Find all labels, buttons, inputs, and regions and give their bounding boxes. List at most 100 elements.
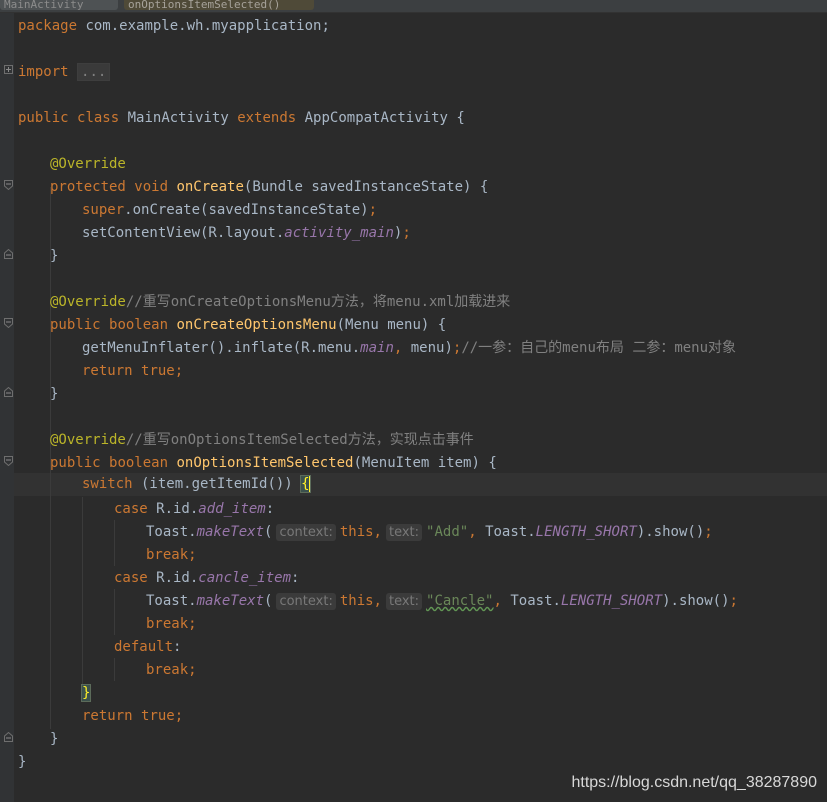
annotation: @Override (50, 294, 126, 310)
keyword: import (18, 64, 69, 80)
comment: //一参：自己的menu布局 二参：menu对象 (461, 340, 737, 356)
code-text: : (265, 501, 275, 517)
code-line-annotation[interactable]: @Override (50, 153, 126, 176)
code-line-switch[interactable]: switch (item.getItemId()) { (82, 473, 311, 496)
fold-end-icon[interactable] (4, 249, 13, 259)
code-text: (MenuItem item) { (353, 455, 497, 471)
tab-mainactivity[interactable]: MainActivity (0, 0, 118, 10)
keyword: this, (339, 593, 382, 609)
fold-end-icon[interactable] (4, 387, 13, 397)
fold-collapse-icon[interactable] (4, 180, 13, 190)
code-line-package[interactable]: package com.example.wh.myapplication; (18, 15, 330, 38)
code-line-break[interactable]: break; (146, 659, 197, 682)
code-text: getMenuInflater().inflate(R.menu. (82, 340, 361, 356)
code-line-toast-cancle[interactable]: Toast.makeText(context: this, text: "Cancle… (146, 590, 738, 613)
fold-collapse-icon[interactable] (4, 318, 13, 328)
code-line-setcontentview[interactable]: setContentView(R.layout.activity_main); (82, 222, 411, 245)
code-line-toast-add[interactable]: Toast.makeText(context: this, text: "Add", … (146, 521, 713, 544)
code-text: AppCompatActivity { (296, 110, 465, 126)
fold-collapse-icon[interactable] (4, 456, 13, 466)
code-line-switch-close[interactable]: } (80, 682, 92, 705)
tab-breadcrumb-method[interactable]: onOptionsItemSelected() (124, 0, 314, 10)
editor-tab-bar: MainActivity onOptionsItemSelected() (0, 0, 827, 13)
keyword: return (82, 363, 133, 379)
keyword: extends (237, 110, 297, 126)
code-text: ).show() (636, 524, 705, 540)
field-reference: activity_main (284, 225, 394, 241)
keyword: class (77, 110, 120, 126)
indent-guide (82, 497, 83, 697)
code-line-oncreate[interactable]: protected void onCreate(Bundle savedInst… (50, 176, 488, 199)
code-line-oncreateoptionsmenu[interactable]: public boolean onCreateOptionsMenu(Menu … (50, 314, 446, 337)
semicolon: ; (729, 593, 738, 609)
code-line-inflate[interactable]: getMenuInflater().inflate(R.menu.main, m… (82, 337, 736, 360)
field-reference: add_item (198, 501, 266, 517)
method-name: onOptionsItemSelected (176, 455, 354, 471)
code-line-break[interactable]: break; (146, 613, 197, 636)
keyword: public (50, 317, 101, 333)
code-text: R.id. (147, 570, 199, 586)
code-line-annotation-comment[interactable]: @Override//重写onOptionsItemSelected方法，实现点… (50, 429, 474, 452)
code-editor[interactable]: package com.example.wh.myapplication; im… (0, 13, 827, 802)
code-line-close-brace[interactable]: } (50, 245, 58, 268)
code-text: (Menu menu) { (336, 317, 447, 333)
code-line-return-true[interactable]: return true; (82, 360, 183, 383)
semicolon: ; (402, 225, 411, 241)
indent-guide (114, 658, 115, 681)
code-line-case-cancle[interactable]: case R.id.cancle_item: (114, 567, 299, 590)
keyword: boolean (109, 455, 169, 471)
brace: } (18, 754, 27, 770)
code-line-class-close[interactable]: } (18, 751, 26, 774)
comma: , (468, 524, 477, 540)
code-text: Toast. (476, 524, 536, 540)
keyword: void (134, 179, 169, 195)
code-text: Toast. (146, 524, 197, 540)
code-text: Toast. (501, 593, 561, 609)
code-text: menu) (402, 340, 453, 356)
code-line-annotation-comment[interactable]: @Override//重写onCreateOptionsMenu方法，将menu… (50, 291, 510, 314)
semicolon: ; (704, 524, 713, 540)
code-line-return-true[interactable]: return true; (82, 705, 183, 728)
brace: } (50, 248, 59, 264)
code-text: : (173, 639, 182, 655)
keyword: default (114, 639, 174, 655)
folded-imports-placeholder[interactable]: ... (77, 63, 111, 81)
code-text: : (291, 570, 300, 586)
code-text: ( (264, 524, 273, 540)
text-caret (308, 476, 311, 492)
method-name: onCreateOptionsMenu (176, 317, 337, 333)
matched-brace: } (80, 684, 92, 702)
keyword: package (18, 18, 78, 34)
comment: //重写onCreateOptionsMenu方法，将menu.xml加载进来 (125, 294, 511, 310)
code-text: com.example.wh.myapplication; (77, 18, 330, 34)
code-text: Toast. (146, 593, 197, 609)
code-line-class-declaration[interactable]: public class MainActivity extends AppCom… (18, 107, 465, 130)
field-reference: cancle_item (198, 570, 292, 586)
keyword: super (82, 202, 125, 218)
comment: //重写onOptionsItemSelected方法，实现点击事件 (125, 432, 474, 448)
parameter-hint-text: text: (386, 524, 423, 541)
code-text: (Bundle savedInstanceState) { (243, 179, 489, 195)
class-name: MainActivity (119, 110, 238, 126)
keyword: true (141, 708, 175, 724)
semicolon: ; (174, 708, 184, 724)
code-line-break[interactable]: break; (146, 544, 197, 567)
code-text: ).show() (662, 593, 730, 609)
code-line-onoptionsitemselected[interactable]: public boolean onOptionsItemSelected(Men… (50, 452, 497, 475)
code-text: ( (264, 593, 273, 609)
indent-guide (114, 520, 115, 566)
code-line-close-brace[interactable]: } (50, 383, 58, 406)
static-method: makeText (196, 524, 265, 540)
code-line-close-brace[interactable]: } (50, 728, 58, 751)
code-text: R.id. (147, 501, 199, 517)
code-line-case-add[interactable]: case R.id.add_item: (114, 498, 274, 521)
code-text: (item.getItemId()) (132, 476, 302, 492)
fold-expand-icon[interactable] (4, 65, 13, 75)
annotation: @Override (50, 432, 126, 448)
fold-end-icon[interactable] (4, 732, 13, 742)
code-line-import[interactable]: import ... (18, 61, 111, 84)
code-line-super-call[interactable]: super.onCreate(savedInstanceState); (82, 199, 377, 222)
code-line-default[interactable]: default: (114, 636, 181, 659)
keyword: this, (339, 524, 382, 540)
semicolon: ; (188, 616, 197, 632)
